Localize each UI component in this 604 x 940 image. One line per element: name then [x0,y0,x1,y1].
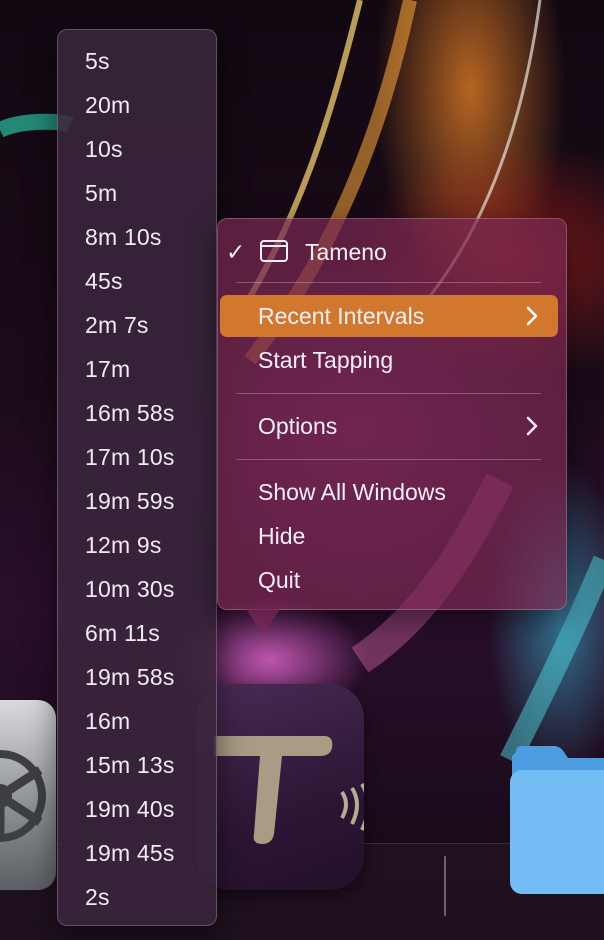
recent-intervals-submenu: 5s 20m 10s 5m 8m 10s 45s 2m 7s 17m 16m 5… [57,29,217,926]
menu-item-options[interactable]: Options [218,405,568,447]
menu-item-tameno-window[interactable]: ✓ Tameno [218,231,568,273]
menu-item-label: Tameno [305,239,387,265]
interval-item[interactable]: 16m 58s [85,398,175,428]
interval-item[interactable]: 19m 40s [85,794,175,824]
interval-item[interactable]: 16m [85,706,130,736]
menu-item-label: Show All Windows [258,479,446,505]
menu-separator [236,459,541,460]
interval-item[interactable]: 15m 13s [85,750,175,780]
checkmark-icon: ✓ [226,239,246,265]
interval-item[interactable]: 19m 58s [85,662,175,692]
menu-item-show-all-windows[interactable]: Show All Windows [218,471,568,513]
folder-icon[interactable] [506,740,604,900]
interval-item[interactable]: 45s [85,266,123,296]
menu-item-label: Hide [258,523,306,549]
interval-item[interactable]: 10s [85,134,123,164]
interval-item[interactable]: 6m 11s [85,618,160,648]
menu-separator [236,282,541,283]
menu-item-label: Options [258,413,338,439]
menu-pointer [246,609,280,635]
dock-context-menu: ✓ Tameno Recent Intervals Start Tapping [217,218,567,610]
window-icon [260,240,288,262]
desktop: 5s 20m 10s 5m 8m 10s 45s 2m 7s 17m 16m 5… [0,0,604,940]
menu-item-quit[interactable]: Quit [218,559,568,601]
interval-item[interactable]: 19m 59s [85,486,175,516]
interval-item[interactable]: 10m 30s [85,574,175,604]
interval-item[interactable]: 17m [85,354,130,384]
interval-item[interactable]: 19m 45s [85,838,175,868]
interval-item[interactable]: 2m 7s [85,310,149,340]
menu-item-start-tapping[interactable]: Start Tapping [218,339,568,381]
interval-item[interactable]: 17m 10s [85,442,175,472]
chevron-right-icon [524,413,540,439]
interval-item[interactable]: 12m 9s [85,530,162,560]
interval-item[interactable]: 2s [85,882,110,912]
menu-item-recent-intervals[interactable]: Recent Intervals [220,295,558,337]
interval-item[interactable]: 5s [85,46,110,76]
interval-item[interactable]: 20m [85,90,130,120]
menu-item-hide[interactable]: Hide [218,515,568,557]
interval-item[interactable]: 5m [85,178,117,208]
menu-item-label: Quit [258,567,301,593]
dock-divider [444,856,446,916]
menu-separator [236,393,541,394]
menu-item-label: Start Tapping [258,347,394,373]
tameno-app-icon[interactable] [196,684,370,890]
system-settings-icon[interactable] [0,700,56,890]
chevron-right-icon [524,303,540,329]
menu-item-label: Recent Intervals [258,303,425,329]
interval-item[interactable]: 8m 10s [85,222,162,252]
